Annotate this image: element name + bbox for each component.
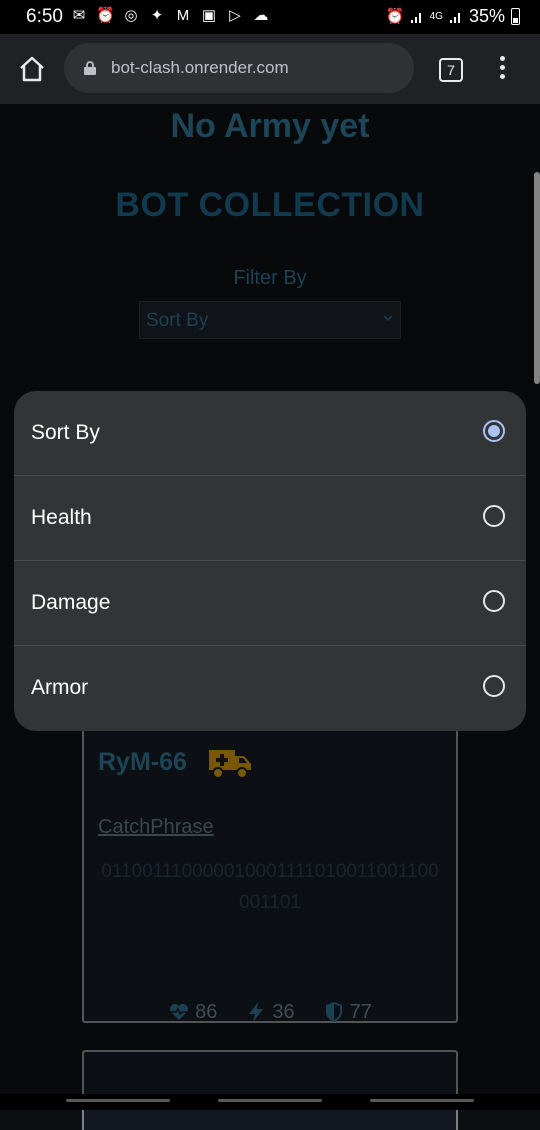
play-store-icon: ▷	[229, 7, 241, 24]
address-bar[interactable]: bot-clash.onrender.com	[64, 43, 414, 93]
status-time: 6:50	[26, 6, 63, 27]
more-menu-icon[interactable]	[496, 56, 508, 84]
browser-toolbar: bot-clash.onrender.com 7	[0, 34, 540, 104]
instagram-icon: ◎	[124, 7, 138, 24]
twitter-icon: ✦	[150, 7, 164, 24]
url-text: bot-clash.onrender.com	[111, 58, 289, 77]
option-label: Damage	[31, 591, 111, 614]
nav-back[interactable]	[370, 1099, 474, 1102]
mail-icon: M	[176, 7, 190, 24]
battery-percent: 35%	[468, 6, 505, 26]
network-type: 4G	[429, 11, 443, 22]
sort-options-dialog: Sort By Health Damage Armor	[14, 391, 526, 731]
option-label: Health	[31, 506, 92, 529]
option-label: Armor	[31, 676, 89, 699]
lock-icon	[84, 61, 96, 75]
nav-recents[interactable]	[66, 1099, 170, 1102]
option-damage[interactable]: Damage	[14, 561, 526, 646]
signal-icon	[410, 12, 421, 23]
signal-icon-2	[449, 12, 460, 23]
image-icon: ▣	[201, 7, 217, 24]
option-health[interactable]: Health	[14, 476, 526, 561]
status-bar: 6:50 ✉ ⏰ ◎ ✦ M ▣ ▷ ☁ ⏰ 4G 35%	[0, 0, 540, 34]
cloud-icon: ☁	[253, 7, 269, 24]
home-icon[interactable]	[17, 54, 47, 84]
radio-icon[interactable]	[483, 505, 505, 527]
alarm-clock-icon: ⏰	[385, 7, 405, 25]
radio-selected-icon[interactable]	[483, 420, 505, 442]
nav-home[interactable]	[218, 1099, 322, 1102]
option-label: Sort By	[31, 421, 100, 444]
option-armor[interactable]: Armor	[14, 646, 526, 731]
battery-icon	[511, 8, 520, 25]
system-nav-bar	[0, 1094, 540, 1110]
status-right: ⏰ 4G 35%	[386, 6, 520, 27]
radio-icon[interactable]	[483, 590, 505, 612]
radio-icon[interactable]	[483, 675, 505, 697]
gmail-icon: ✉	[72, 7, 86, 24]
option-sort-by[interactable]: Sort By	[14, 391, 526, 476]
alarm-icon: ⏰	[96, 7, 115, 24]
tab-switcher-button[interactable]: 7	[439, 58, 463, 82]
notification-icons: ✉ ⏰ ◎ ✦ M ▣ ▷ ☁	[70, 7, 270, 25]
